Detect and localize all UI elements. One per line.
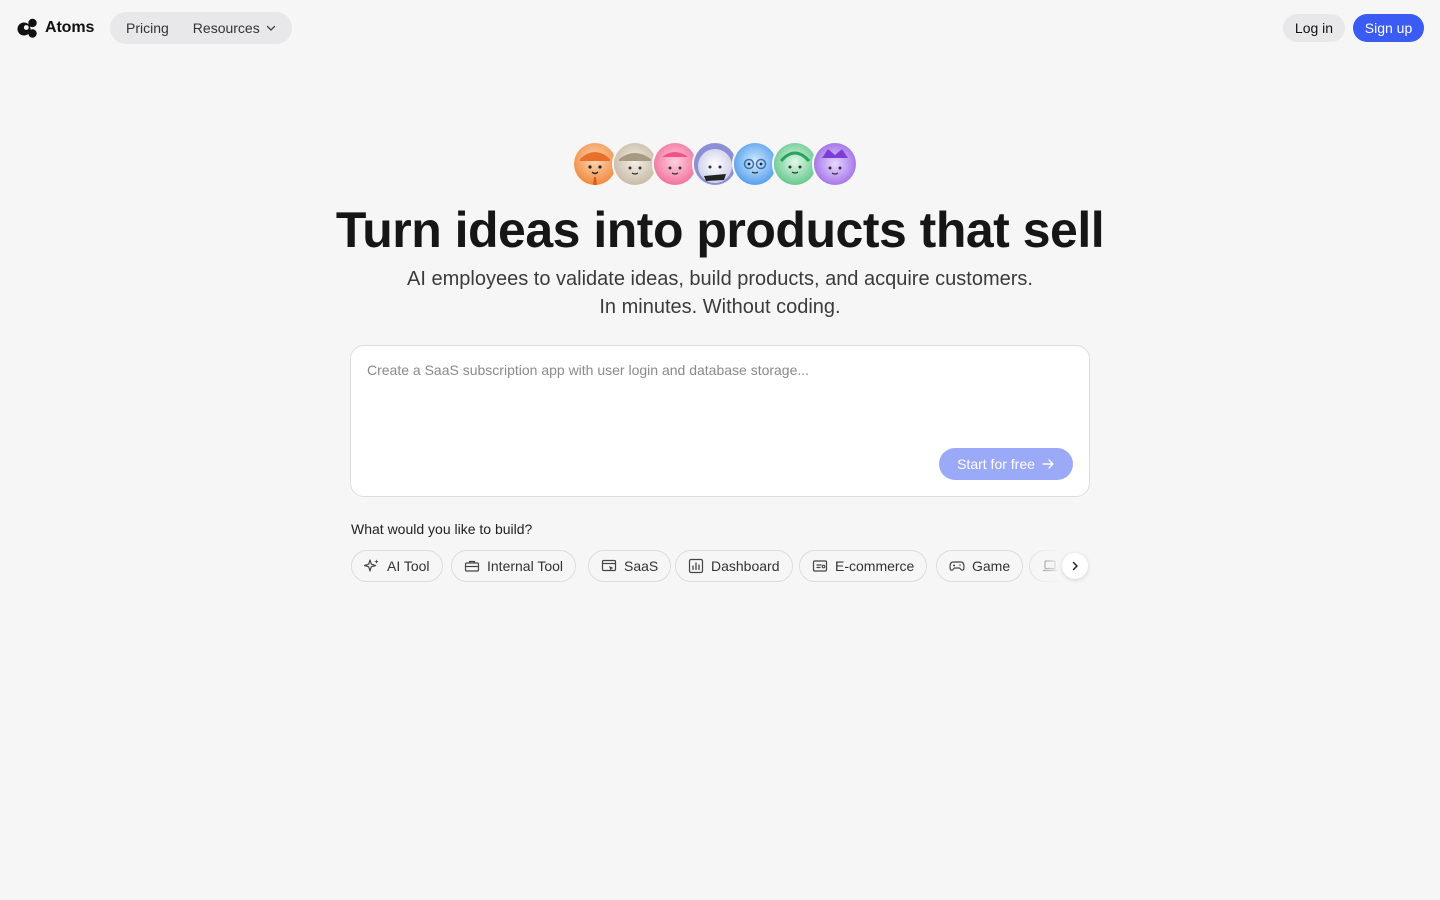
chip-label: E-commerce: [835, 558, 915, 574]
toolbox-icon: [464, 560, 480, 572]
login-button[interactable]: Log in: [1283, 14, 1345, 42]
chip-label: SaaS: [624, 558, 659, 574]
chevron-down-icon: [266, 25, 275, 31]
build-category-chips: AI Tool Internal Tool SaaS Dashboard E-c…: [351, 550, 1089, 582]
store-icon: [812, 560, 828, 572]
chip-label: Game: [972, 558, 1011, 574]
bar-chart-icon: [688, 558, 704, 574]
hero-subtitle-line-1: AI employees to validate ideas, build pr…: [407, 268, 1033, 290]
arrow-right-icon: [1042, 459, 1054, 469]
chip-game[interactable]: Game: [936, 550, 1024, 582]
hero-subtitle: AI employees to validate ideas, build pr…: [0, 265, 1440, 321]
chip-ai-tool[interactable]: AI Tool: [351, 550, 443, 582]
nav-pricing-link[interactable]: Pricing: [126, 20, 169, 36]
nav-resources-label: Resources: [192, 20, 260, 36]
chip-internal-tool[interactable]: Internal Tool: [451, 550, 577, 582]
main-nav: Pricing Resources: [110, 12, 292, 44]
chip-dashboard[interactable]: Dashboard: [675, 550, 793, 582]
prompt-box: Start for free: [350, 345, 1090, 497]
chips-scroll-next-button[interactable]: [1062, 553, 1088, 579]
chip-saas[interactable]: SaaS: [588, 550, 672, 582]
chip-label: AI Tool: [387, 558, 430, 574]
gamepad-icon: [949, 561, 965, 571]
ai-employee-avatars: [572, 141, 872, 187]
hero-subtitle-line-2: In minutes. Without coding.: [599, 296, 841, 318]
top-navigation: Atoms Pricing Resources Log in Sign up: [0, 0, 1440, 56]
chevron-right-icon: [1072, 561, 1078, 571]
hero-title: Turn ideas into products that sell: [335, 202, 1105, 258]
atoms-logo-icon: [17, 18, 37, 38]
logo-text: Atoms: [45, 19, 95, 36]
logo-link[interactable]: Atoms: [17, 17, 94, 39]
chip-label: Dashboard: [711, 558, 780, 574]
chip-e-commerce[interactable]: E-commerce: [799, 550, 928, 582]
nav-resources-dropdown[interactable]: Resources: [193, 20, 277, 36]
signup-button[interactable]: Sign up: [1353, 14, 1424, 42]
prompt-input[interactable]: [367, 362, 1073, 422]
avatar-purple: [812, 141, 858, 187]
browser-cursor-icon: [601, 559, 617, 572]
sparkle-icon: [364, 559, 379, 572]
start-for-free-label: Start for free: [957, 456, 1035, 472]
start-for-free-button[interactable]: Start for free: [939, 448, 1073, 480]
chip-label: Internal Tool: [487, 558, 564, 574]
build-question: What would you like to build?: [351, 521, 533, 537]
